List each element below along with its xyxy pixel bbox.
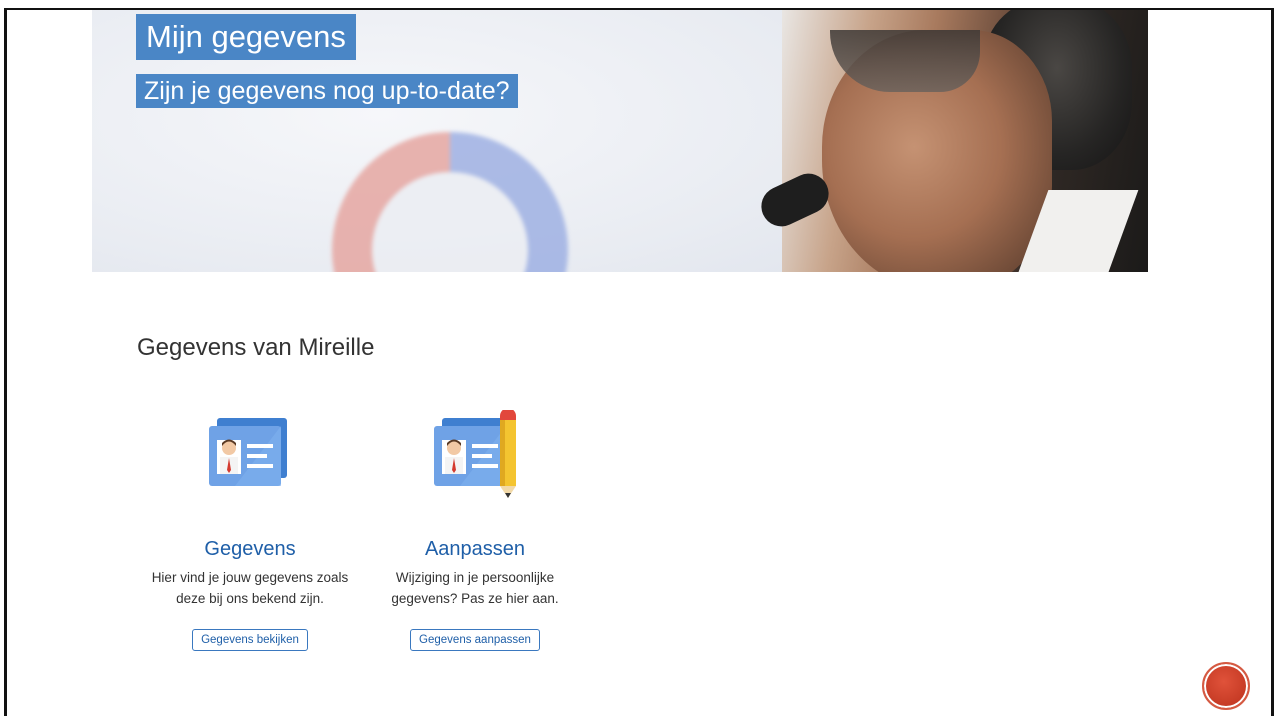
pilot-photo [754,10,1148,272]
card-aanpassen: Aanpassen Wijziging in je persoonlijke g… [360,408,590,651]
edit-details-button[interactable]: Gegevens aanpassen [410,629,540,651]
page-subtitle: Zijn je gegevens nog up-to-date? [136,74,518,108]
card-title[interactable]: Aanpassen [360,538,590,561]
donut-chart-graphic [332,132,568,272]
card-gegevens: Gegevens Hier vind je jouw gegevens zoal… [135,410,365,651]
slide-action-button[interactable] [1202,662,1250,710]
view-details-button[interactable]: Gegevens bekijken [192,629,308,651]
card-description: Hier vind je jouw gegevens zoals deze bi… [151,570,349,606]
section-title: Gegevens van Mireille [137,334,375,361]
id-card-icon [195,410,305,500]
page-title: Mijn gegevens [136,14,356,60]
card-title[interactable]: Gegevens [135,538,365,561]
id-card-edit-icon [420,408,530,500]
card-description: Wijziging in je persoonlijke gegevens? P… [391,570,559,606]
